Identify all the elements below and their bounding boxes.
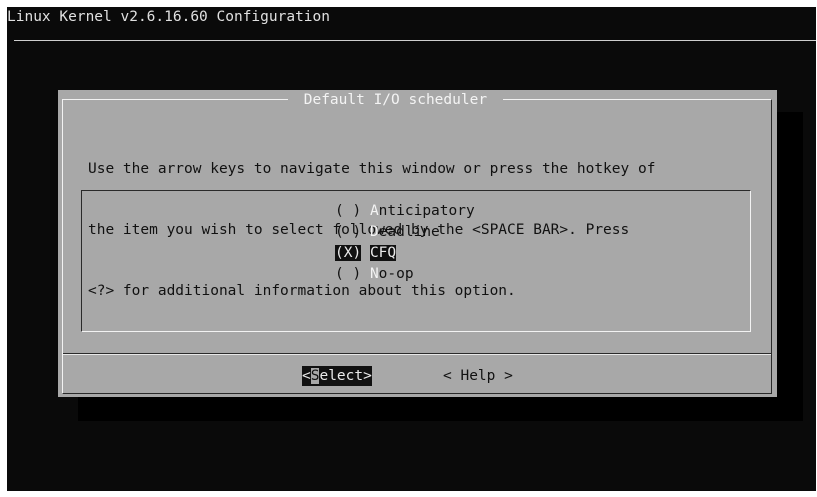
option-hotkey: N — [369, 266, 379, 282]
dialog-title: Default I/O scheduler — [288, 90, 503, 110]
option-hotkey: A — [369, 203, 379, 219]
option-label: FQ — [378, 245, 397, 261]
help-button[interactable]: < Help > — [443, 366, 513, 386]
select-button-prefix: < — [302, 368, 311, 384]
radio-mark: ( ) — [335, 203, 362, 219]
title-divider — [14, 40, 816, 41]
option-cfq[interactable]: (X) CFQ — [335, 243, 397, 263]
select-button[interactable]: <Select> — [302, 366, 372, 386]
option-label: o-op — [378, 266, 414, 282]
window-title: Linux Kernel v2.6.16.60 Configuration — [7, 9, 331, 25]
select-button-label: elect> — [319, 368, 372, 384]
option-deadline[interactable]: ( ) Deadline — [335, 222, 440, 242]
radio-mark: (X) — [335, 245, 362, 261]
option-anticipatory[interactable]: ( ) Anticipatory — [335, 201, 475, 221]
io-scheduler-dialog: Default I/O scheduler Use the arrow keys… — [58, 90, 777, 397]
option-hotkey: C — [369, 245, 379, 261]
radio-mark: ( ) — [335, 266, 362, 282]
option-label: eadline — [378, 224, 440, 240]
prompt-line-1: Use the arrow keys to navigate this wind… — [88, 161, 656, 177]
option-noop[interactable]: ( ) No-op — [335, 264, 414, 284]
button-divider-highlight — [63, 354, 771, 355]
option-hotkey: D — [369, 224, 379, 240]
options-list: ( ) Anticipatory ( ) Deadline (X) CFQ ( … — [81, 190, 751, 332]
terminal-screen: Linux Kernel v2.6.16.60 Configuration De… — [7, 7, 816, 491]
option-label: nticipatory — [378, 203, 475, 219]
radio-mark: ( ) — [335, 224, 362, 240]
